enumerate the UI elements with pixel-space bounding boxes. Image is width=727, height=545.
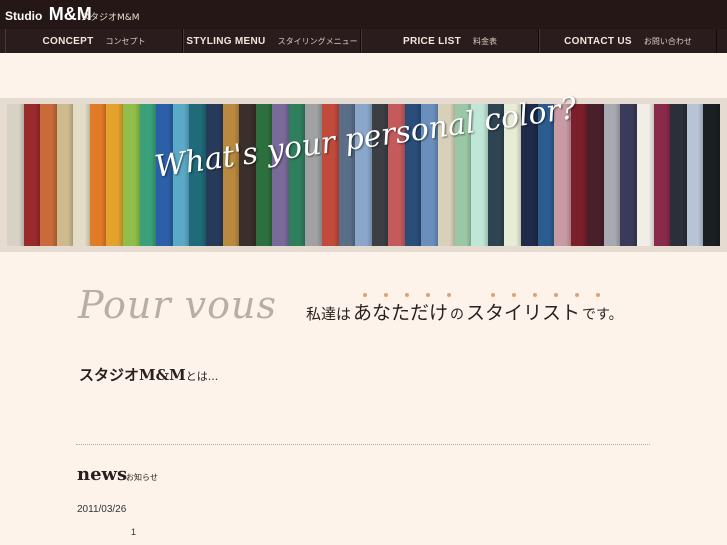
nav-label-en: CONTACT US <box>564 35 632 47</box>
brand-jp: スタジオM&M <box>81 13 140 23</box>
site-logo[interactable]: Studio M&M <box>5 4 92 25</box>
emphasis-dot <box>363 293 367 297</box>
fabric-swatch <box>23 104 41 246</box>
about-title: スタジオM&M <box>79 366 186 384</box>
fabric-swatch <box>106 104 124 246</box>
fabric-swatch <box>305 104 322 246</box>
nav-label-jp: お問い合わせ <box>643 36 692 46</box>
main-nav: CONCEPT コンセプト STYLING MENU スタイリングメニュー PR… <box>0 29 727 53</box>
fabric-swatch <box>56 104 74 246</box>
news-date: 2011/03/26 <box>77 504 127 515</box>
fabric-swatch <box>620 104 637 246</box>
nav-label-en: STYLING MENU <box>186 35 266 47</box>
nav-item-concept[interactable]: CONCEPT コンセプト <box>5 29 183 53</box>
news-heading-jp: お知らせ <box>126 473 158 482</box>
fabric-swatch <box>7 104 24 246</box>
about-heading: スタジオM&Mとは... <box>79 364 218 385</box>
slogan-part: です。 <box>582 307 623 323</box>
nav-label-en: PRICE LIST <box>402 35 461 47</box>
news-item[interactable]: 1 <box>131 527 136 537</box>
emphasis-dot <box>554 293 558 297</box>
fabric-swatch <box>288 104 306 246</box>
emphasis-dot <box>533 293 537 297</box>
emphasis-dot <box>405 293 409 297</box>
pour-vous-heading: Pour vous <box>78 283 277 327</box>
slogan-emphasis: スタイリスト <box>466 302 581 324</box>
top-bar: Studio M&M スタジオM&M <box>0 0 727 29</box>
nav-label-jp: コンセプト <box>105 36 146 46</box>
fabric-swatch <box>139 104 157 246</box>
fabric-swatch <box>603 104 621 246</box>
fabric-swatch <box>89 104 107 246</box>
nav-label-en: CONCEPT <box>42 35 94 47</box>
fabric-swatch <box>73 104 90 246</box>
section-divider <box>76 444 650 445</box>
fabric-swatch <box>123 104 140 246</box>
fabric-swatch <box>703 104 720 246</box>
slogan-part: の <box>450 307 465 323</box>
fabric-swatch <box>653 104 671 246</box>
color-banner: What's your personal color? <box>0 91 727 252</box>
emphasis-dot <box>596 293 600 297</box>
slogan-part: 私達は <box>306 305 352 323</box>
fabric-swatch <box>40 104 57 246</box>
fabric-swatch <box>587 104 604 246</box>
emphasis-dot <box>384 293 388 297</box>
nav-item-contact-us[interactable]: CONTACT US お問い合わせ <box>539 29 717 53</box>
slogan-emphasis: あなただけ <box>353 302 449 324</box>
emphasis-dot <box>512 293 516 297</box>
brand-small: Studio <box>5 9 43 23</box>
news-heading: news <box>77 464 128 485</box>
nav-label-jp: 料金表 <box>473 36 497 46</box>
fabric-swatch <box>686 104 704 246</box>
fabric-swatch <box>272 104 289 246</box>
fabric-swatch <box>255 104 273 246</box>
emphasis-dot <box>575 293 579 297</box>
nav-item-price-list[interactable]: PRICE LIST 料金表 <box>361 29 539 53</box>
slogan: 私達は あなただけのスタイリスト です。 <box>306 298 623 325</box>
fabric-swatch <box>636 104 654 246</box>
nav-item-styling-menu[interactable]: STYLING MENU スタイリングメニュー <box>183 29 361 53</box>
nav-label-jp: スタイリングメニュー <box>277 36 358 46</box>
emphasis-dot <box>447 293 451 297</box>
emphasis-dot <box>491 293 495 297</box>
emphasis-dot <box>426 293 430 297</box>
fabric-swatch <box>670 104 687 246</box>
about-suffix: とは... <box>185 370 219 383</box>
fabric-swatch <box>239 104 256 246</box>
